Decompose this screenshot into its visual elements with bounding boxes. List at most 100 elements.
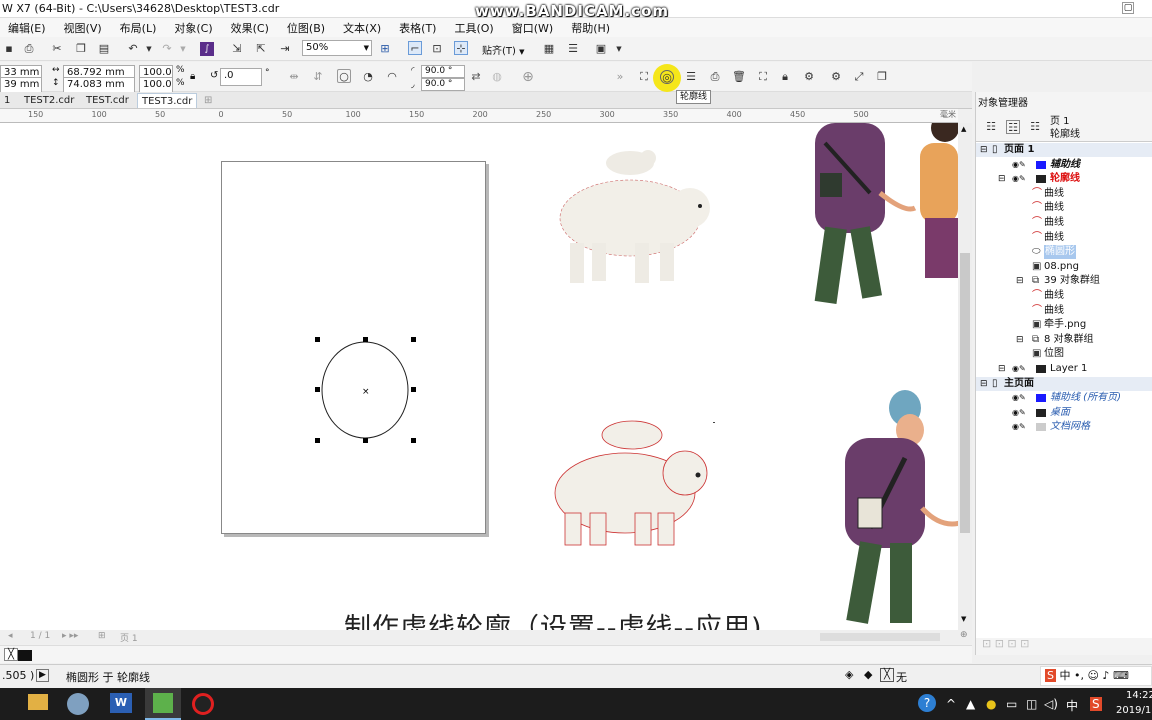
tree-row[interactable]: ▣ 08.png [976,260,1152,274]
layer-props-icon[interactable]: ☷ [984,120,998,134]
fill-bucket-icon[interactable]: ◆ [864,668,872,681]
zoom-icon[interactable]: ⊕ [960,630,968,640]
tree-row[interactable]: ⊟ ⧉ 39 对象群组 [976,274,1152,288]
tree-row[interactable]: ⊟ ▯ 页面 1 [976,143,1152,157]
cut-icon[interactable]: ✂ [50,42,64,56]
selection-frame-icon[interactable]: ⛶ [637,70,651,84]
tree-row[interactable]: ⬭ 椭圆形 [976,245,1152,260]
no-color-swatch[interactable]: ╳ [4,648,18,661]
selection-handle[interactable] [363,438,368,443]
outline-pen-icon[interactable]: ◎ [660,70,674,84]
black-swatch[interactable] [18,650,32,661]
selection-handle[interactable] [363,337,368,342]
overflow-chevron-icon[interactable]: » [613,70,627,84]
layer-manager-icon[interactable]: ☷ [1028,120,1042,134]
drawing-canvas[interactable]: × [0,123,958,630]
polar-bear-outline-image[interactable] [550,413,715,553]
menu-help[interactable]: 帮助(H) [563,20,620,36]
tree-row[interactable]: ▣ 位图 [976,347,1152,361]
tree-row[interactable]: ⊟ ⧉ 8 对象群组 [976,333,1152,347]
add-preset-icon[interactable]: ⊕ [521,70,535,84]
expand-toggle-icon[interactable]: ⊟ [998,172,1006,186]
lock-ratio-icon[interactable]: 🔒︎ [190,71,195,82]
network-icon[interactable]: ◫ [1026,697,1037,711]
help-icon[interactable]: ? [918,694,936,712]
tree-row[interactable]: ◉✎ 桌面 [976,406,1152,420]
add-tab-icon[interactable]: ⊞ [200,93,216,108]
paste-icon[interactable]: ▤ [97,42,111,56]
walking-person-image[interactable] [830,388,958,630]
menu-edit[interactable]: 编辑(E) [0,20,56,36]
import-icon[interactable]: ⇲ [230,42,244,56]
copy-icon[interactable]: ❐ [74,42,88,56]
expand-status-icon[interactable]: ▶ [36,669,49,682]
menu-text[interactable]: 文本(X) [335,20,391,36]
expand-toggle-icon[interactable]: ⊟ [1016,274,1024,288]
corel-connect-icon[interactable]: ∫ [200,42,214,56]
battery-icon[interactable]: ▭ [1006,697,1017,711]
fit-icon[interactable]: ⛶ [756,70,770,84]
menu-window[interactable]: 窗口(W) [504,20,563,36]
selection-handle[interactable] [315,337,320,342]
redo-icon[interactable]: ↷ [160,42,174,56]
layer-visibility-icon[interactable]: ◉✎ [1012,420,1026,434]
menu-view[interactable]: 视图(V) [56,20,112,36]
next-page-icon[interactable]: ▸ ▸▸ [62,631,78,641]
tray-shield-icon[interactable]: ● [986,697,996,711]
tree-row[interactable]: ⌒ 曲线 [976,231,1152,245]
pie-mode-icon[interactable]: ◔ [361,70,375,84]
mirror-horizontal-icon[interactable]: ⇹ [287,70,301,84]
copy-icon[interactable]: ❐ [875,70,889,84]
height-field[interactable]: 74.083 mm [63,77,135,93]
tree-row[interactable]: ⌒ 曲线 [976,187,1152,201]
full-screen-preview-icon[interactable]: ⊞ [378,42,392,56]
start-angle-field[interactable]: 90.0 ° [421,65,465,78]
menu-effects[interactable]: 效果(C) [223,20,279,36]
horizontal-scrollbar[interactable] [820,633,940,641]
expand-toggle-icon[interactable]: ⊟ [980,377,988,391]
settings-2-icon[interactable]: ⚙ [829,70,843,84]
tree-row[interactable]: ◉✎ 文档网格 [976,420,1152,434]
selection-handle[interactable] [411,438,416,443]
lock-icon[interactable]: 🔒︎ [778,70,792,84]
fill-swatch-icon[interactable]: ◈ [845,668,853,681]
tree-row[interactable]: ◉✎ 辅助线 (所有页) [976,391,1152,405]
scale-height-field[interactable]: 100.0 [139,77,173,93]
expand-toggle-icon[interactable]: ⊟ [998,362,1006,376]
menu-bitmaps[interactable]: 位图(B) [279,20,335,36]
holding-hands-image[interactable] [795,123,958,338]
print-icon[interactable]: ⎙ [22,42,36,56]
word-icon[interactable]: W [110,693,132,713]
convert-curves-icon[interactable]: ◍ [490,70,504,84]
wrap-text-icon[interactable]: ☰ [684,70,698,84]
selection-handle[interactable] [411,337,416,342]
selection-handle[interactable] [411,387,416,392]
layer-visibility-icon[interactable]: ◉✎ [1012,158,1026,172]
tray-chevron-icon[interactable]: ^ [946,697,956,711]
show-grid-icon[interactable]: ⊡ [430,42,444,56]
tree-row[interactable]: ⌒ 曲线 [976,216,1152,230]
tab-test2[interactable]: TEST2.cdr [20,93,78,108]
publish-pdf-icon[interactable]: ⇥ [278,42,292,56]
selection-handle[interactable] [315,438,320,443]
polar-bears-image[interactable] [550,148,720,288]
zoom-level-select[interactable]: 50% ▼ [302,40,372,56]
chevron-down-icon[interactable]: ▼ [612,42,626,56]
layer-view-icon[interactable]: ☷ [1006,120,1020,134]
clock-date[interactable]: 2019/1 [1116,705,1151,716]
ime-indicator[interactable]: 中 [1066,697,1078,714]
mirror-vertical-icon[interactable]: ⇵ [311,70,325,84]
coreldraw-active-task[interactable] [145,688,181,720]
tab-test3[interactable]: TEST3.cdr [137,93,198,108]
rotation-field[interactable]: .0 [220,68,262,86]
tree-row[interactable]: ◉✎ 辅助线 [976,158,1152,172]
no-outline-icon[interactable]: ╳ [880,668,894,682]
first-page-icon[interactable]: ◂ [8,631,13,641]
tree-row[interactable]: ⌒ 曲线 [976,304,1152,318]
tree-row[interactable]: ⌒ 曲线 [976,289,1152,303]
horizontal-ruler[interactable]: 150 100 50 0 50 100 150 200 250 300 350 400 450 500 毫… [0,109,958,123]
crop-icon[interactable]: ⤢ [852,70,866,84]
gear-icon[interactable]: ⚙ [802,70,816,84]
file-explorer-icon[interactable] [28,694,48,710]
tab-doc-1[interactable]: 1 [0,93,14,108]
